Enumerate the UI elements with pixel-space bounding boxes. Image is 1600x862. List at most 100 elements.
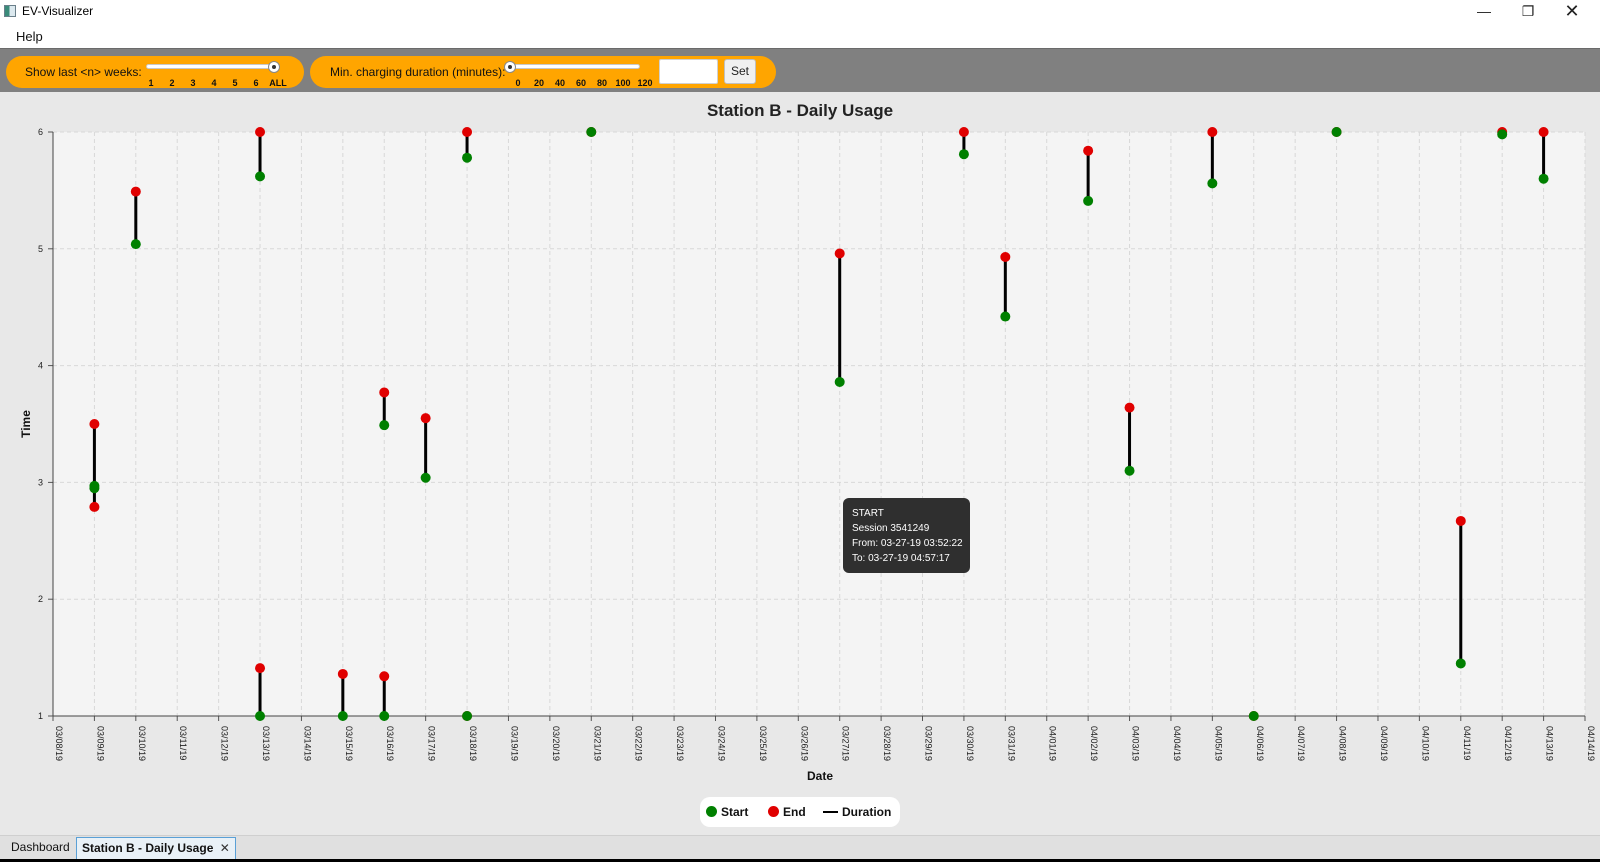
- maximize-button[interactable]: ❐: [1506, 0, 1550, 24]
- x-tick-label: 04/08/19: [1338, 726, 1348, 761]
- weeks-tick: ALL: [269, 78, 287, 88]
- x-tick-label: 03/18/19: [468, 726, 478, 761]
- x-tick-label: 03/29/19: [924, 726, 934, 761]
- x-tick-label: 04/06/19: [1255, 726, 1265, 761]
- start-point: [1455, 658, 1466, 669]
- y-tick-label: 1: [38, 711, 43, 721]
- session-tooltip: START Session 3541249 From: 03-27-19 03:…: [843, 498, 970, 573]
- start-point: [130, 239, 141, 250]
- set-button[interactable]: Set: [724, 59, 756, 84]
- duration-filter-panel: Min. charging duration (minutes): 0 20 4…: [310, 56, 776, 88]
- duration-slider-thumb[interactable]: [504, 61, 516, 73]
- x-tick-label: 03/22/19: [634, 726, 644, 761]
- duration-line-icon: [823, 811, 838, 813]
- start-point: [586, 127, 597, 137]
- y-tick-label: 5: [38, 244, 43, 254]
- duration-tick: 40: [554, 78, 566, 88]
- end-point: [1207, 127, 1218, 137]
- x-tick-label: 04/14/19: [1586, 726, 1596, 761]
- tooltip-from: From: 03-27-19 03:52:22: [852, 538, 963, 549]
- chart-legend: Start End Duration: [700, 797, 900, 827]
- weeks-tick: 6: [253, 78, 259, 88]
- duration-input[interactable]: [659, 59, 718, 84]
- x-tick-label: 03/08/19: [54, 726, 64, 761]
- weeks-tick: 1: [148, 78, 154, 88]
- x-tick-label: 04/04/19: [1172, 726, 1182, 761]
- duration-tick: 100: [615, 78, 631, 88]
- tooltip-to: To: 03-27-19 04:57:17: [852, 553, 950, 564]
- close-window-button[interactable]: ✕: [1550, 0, 1594, 24]
- chart-title: Station B - Daily Usage: [707, 101, 893, 120]
- start-point: [1000, 311, 1011, 322]
- weeks-tick: 5: [232, 78, 238, 88]
- weeks-slider-thumb[interactable]: [268, 61, 280, 73]
- tab-label: Station B - Daily Usage: [82, 841, 214, 855]
- end-point: [379, 387, 390, 398]
- end-point: [89, 501, 100, 512]
- start-point: [1497, 129, 1508, 140]
- end-point: [89, 419, 100, 429]
- legend-duration-label: Duration: [842, 805, 892, 819]
- end-point: [1124, 402, 1135, 413]
- x-tick-label: 03/13/19: [261, 726, 271, 761]
- y-tick-label: 4: [38, 361, 43, 371]
- x-tick-label: 04/03/19: [1131, 726, 1141, 761]
- x-tick-label: 04/12/19: [1503, 726, 1513, 761]
- close-tab-icon[interactable]: ✕: [220, 841, 230, 855]
- duration-tick: 20: [533, 78, 545, 88]
- start-point: [1248, 711, 1259, 721]
- x-tick-label: 04/07/19: [1296, 726, 1306, 761]
- start-point: [379, 711, 390, 721]
- toolbar: Show last <n> weeks: 1 2 3 4 5 6 ALL Min…: [0, 48, 1600, 92]
- legend-start-label: Start: [721, 805, 749, 819]
- window-title: EV-Visualizer: [22, 4, 94, 18]
- x-tick-label: 03/11/19: [178, 726, 188, 760]
- minimize-button[interactable]: —: [1462, 0, 1506, 24]
- x-tick-label: 03/10/19: [137, 726, 147, 761]
- x-tick-label: 04/10/19: [1420, 726, 1430, 761]
- start-point: [89, 483, 100, 494]
- end-point: [255, 127, 266, 137]
- start-point: [420, 472, 431, 483]
- x-tick-label: 03/15/19: [344, 726, 354, 761]
- end-point: [1083, 145, 1094, 156]
- legend-end: End: [768, 805, 806, 819]
- x-tick-label: 03/16/19: [385, 726, 395, 761]
- duration-slider[interactable]: [507, 64, 640, 69]
- weeks-filter-label: Show last <n> weeks:: [25, 65, 142, 79]
- end-point: [420, 413, 431, 424]
- start-point: [1207, 178, 1218, 189]
- x-tick-label: 03/26/19: [799, 726, 809, 761]
- weeks-tick: 3: [190, 78, 196, 88]
- end-point: [337, 668, 348, 679]
- weeks-filter-panel: Show last <n> weeks: 1 2 3 4 5 6 ALL: [6, 56, 304, 88]
- tab-dashboard[interactable]: Dashboard: [6, 837, 75, 860]
- menu-bar: Help: [0, 24, 1600, 48]
- start-point: [834, 376, 845, 387]
- tab-station-b-daily-usage[interactable]: Station B - Daily Usage ✕: [76, 837, 236, 860]
- start-point: [379, 420, 390, 431]
- duration-tick: 120: [637, 78, 653, 88]
- x-tick-label: 03/12/19: [220, 726, 230, 761]
- x-tick-label: 03/23/19: [675, 726, 685, 761]
- end-point: [1538, 127, 1549, 137]
- x-tick-label: 03/31/19: [1006, 726, 1016, 761]
- x-axis-label: Date: [807, 769, 833, 783]
- end-point: [958, 127, 969, 137]
- x-tick-label: 03/20/19: [551, 726, 561, 761]
- duration-filter-label: Min. charging duration (minutes):: [330, 65, 506, 79]
- x-tick-label: 03/14/19: [302, 726, 312, 761]
- y-axis-label: Time: [19, 410, 33, 438]
- end-point: [1000, 251, 1011, 262]
- duration-tick: 80: [596, 78, 608, 88]
- x-tick-label: 04/11/19: [1462, 726, 1472, 760]
- start-point: [337, 711, 348, 721]
- app-icon: [4, 5, 16, 17]
- end-marker-icon: [768, 806, 779, 817]
- menu-help[interactable]: Help: [16, 29, 43, 44]
- start-point: [1331, 127, 1342, 137]
- weeks-slider[interactable]: [146, 64, 280, 69]
- x-tick-label: 03/17/19: [427, 726, 437, 761]
- tooltip-session: Session 3541249: [852, 523, 930, 534]
- legend-duration: Duration: [823, 805, 891, 819]
